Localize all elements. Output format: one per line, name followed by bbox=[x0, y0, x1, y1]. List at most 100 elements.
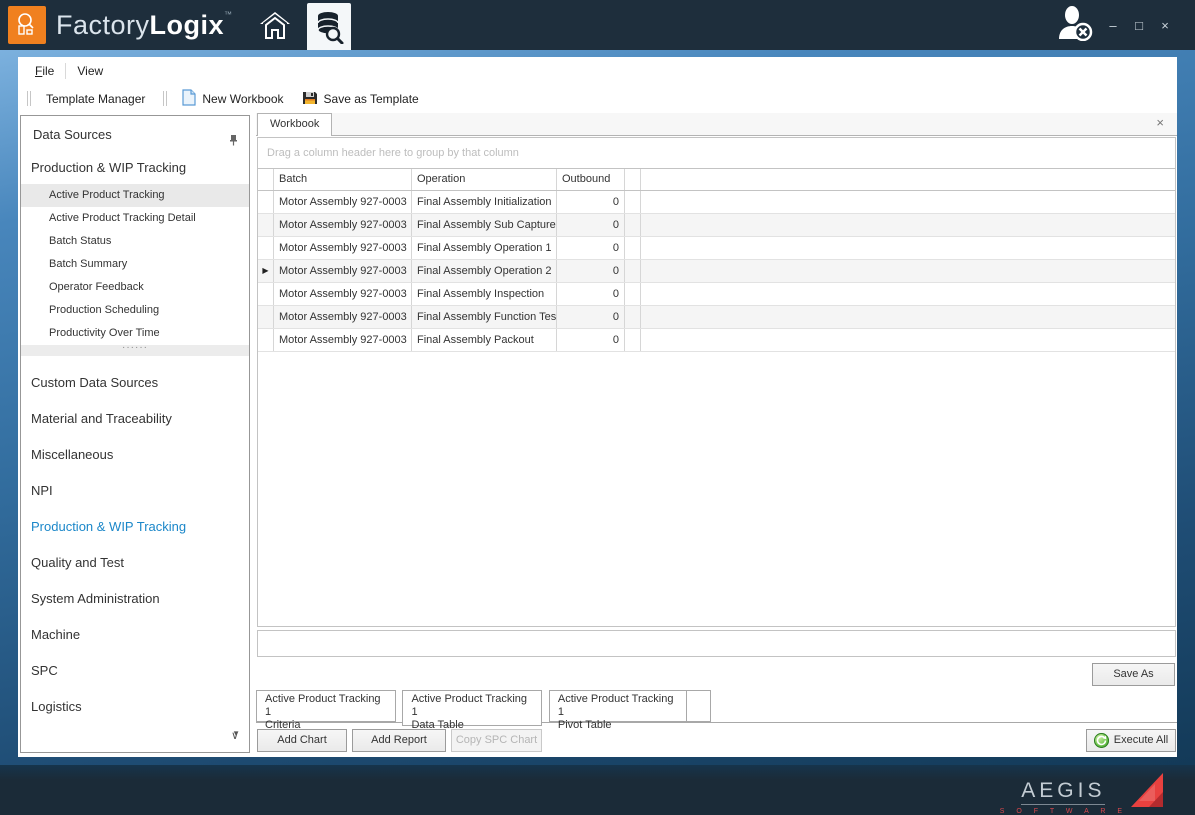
new-workbook-button[interactable]: New Workbook bbox=[173, 88, 292, 110]
cell-outbound[interactable]: 0 bbox=[557, 306, 625, 328]
category-item[interactable]: Production & WIP Tracking bbox=[21, 509, 249, 545]
actions-bar: Add Chart Add Report Copy SPC Chart Exec… bbox=[256, 729, 1177, 752]
category-item[interactable]: Material and Traceability bbox=[21, 401, 249, 437]
toolbar-grip[interactable] bbox=[163, 91, 167, 106]
grid-body: ▶ Motor Assembly 927-0003 Final Assembly… bbox=[258, 191, 1175, 352]
cell-outbound[interactable]: 0 bbox=[557, 283, 625, 305]
category-item[interactable]: Quality and Test bbox=[21, 545, 249, 581]
cell-batch[interactable]: Motor Assembly 927-0003 bbox=[274, 260, 412, 282]
cell-operation[interactable]: Final Assembly Operation 2 bbox=[412, 260, 557, 282]
cell-operation[interactable]: Final Assembly Operation 1 bbox=[412, 237, 557, 259]
tree-section-header[interactable]: Production & WIP Tracking bbox=[21, 156, 249, 180]
panel-splitter-handle[interactable]: ······ bbox=[21, 345, 249, 356]
cell-batch[interactable]: Motor Assembly 927-0003 bbox=[274, 214, 412, 236]
table-row[interactable]: ▶ Motor Assembly 927-0003 Final Assembly… bbox=[258, 260, 1175, 283]
factorylogix-logo-icon bbox=[8, 6, 46, 44]
cell-filler bbox=[625, 329, 641, 351]
template-manager-button[interactable]: Template Manager bbox=[37, 88, 154, 110]
cell-outbound[interactable]: 0 bbox=[557, 237, 625, 259]
tree-item[interactable]: Production Scheduling bbox=[21, 299, 249, 322]
row-indicator-cell: ▶ bbox=[258, 283, 274, 305]
window-controls: – □ × bbox=[1105, 18, 1173, 33]
table-row[interactable]: ▶ Motor Assembly 927-0003 Final Assembly… bbox=[258, 329, 1175, 352]
tree-item[interactable]: Batch Summary bbox=[21, 253, 249, 276]
column-header-outbound[interactable]: Outbound bbox=[557, 169, 625, 190]
cell-outbound[interactable]: 0 bbox=[557, 191, 625, 213]
close-tab-icon[interactable]: × bbox=[1156, 115, 1164, 130]
tab-workbook[interactable]: Workbook bbox=[257, 113, 332, 136]
category-item[interactable]: Miscellaneous bbox=[21, 437, 249, 473]
toolbar: Template Manager New Workbook bbox=[18, 85, 1177, 112]
data-grid: Drag a column header here to group by th… bbox=[257, 137, 1176, 627]
result-tab[interactable]: Active Product Tracking 1 Data Table bbox=[402, 690, 542, 726]
category-item[interactable]: NPI bbox=[21, 473, 249, 509]
column-header-batch[interactable]: Batch bbox=[274, 169, 412, 190]
cell-batch[interactable]: Motor Assembly 927-0003 bbox=[274, 283, 412, 305]
table-row[interactable]: ▶ Motor Assembly 927-0003 Final Assembly… bbox=[258, 306, 1175, 329]
pin-icon[interactable] bbox=[228, 129, 239, 155]
execute-refresh-icon bbox=[1094, 733, 1109, 748]
sidebar-scroll-down-icon[interactable]: ∨ bbox=[231, 729, 239, 742]
category-item[interactable]: SPC bbox=[21, 653, 249, 689]
tree-item[interactable]: Operator Feedback bbox=[21, 276, 249, 299]
table-row[interactable]: ▶ Motor Assembly 927-0003 Final Assembly… bbox=[258, 214, 1175, 237]
minimize-button[interactable]: – bbox=[1105, 18, 1121, 33]
app-window: AEGIS S O F T W A R E FactoryLogix™ bbox=[0, 0, 1195, 815]
table-row[interactable]: ▶ Motor Assembly 927-0003 Final Assembly… bbox=[258, 283, 1175, 306]
aegis-brand-text: AEGIS bbox=[1021, 779, 1105, 805]
cell-operation[interactable]: Final Assembly Inspection bbox=[412, 283, 557, 305]
add-report-button[interactable]: Add Report bbox=[352, 729, 446, 752]
category-item[interactable]: Custom Data Sources bbox=[21, 365, 249, 401]
close-button[interactable]: × bbox=[1157, 18, 1173, 33]
cell-operation[interactable]: Final Assembly Function Test bbox=[412, 306, 557, 328]
aegis-arrow-icon bbox=[1129, 771, 1165, 814]
cell-outbound[interactable]: 0 bbox=[557, 214, 625, 236]
row-indicator-cell: ▶ bbox=[258, 306, 274, 328]
table-row[interactable]: ▶ Motor Assembly 927-0003 Final Assembly… bbox=[258, 237, 1175, 260]
group-by-band[interactable]: Drag a column header here to group by th… bbox=[258, 138, 1175, 169]
maximize-button[interactable]: □ bbox=[1131, 18, 1147, 33]
cell-batch[interactable]: Motor Assembly 927-0003 bbox=[274, 306, 412, 328]
home-icon[interactable] bbox=[255, 5, 295, 45]
focused-row-arrow-icon: ▶ bbox=[258, 260, 273, 282]
row-indicator-cell: ▶ bbox=[258, 237, 274, 259]
result-tabstrip: Active Product Tracking 1 Criteria Activ… bbox=[256, 690, 1177, 723]
document-tabstrip: Workbook × bbox=[256, 113, 1177, 136]
menu-view[interactable]: View bbox=[68, 61, 112, 81]
tree-item[interactable]: Active Product Tracking Detail bbox=[21, 207, 249, 230]
row-indicator-cell: ▶ bbox=[258, 214, 274, 236]
cell-outbound[interactable]: 0 bbox=[557, 260, 625, 282]
save-as-button[interactable]: Save As bbox=[1092, 663, 1175, 686]
cell-batch[interactable]: Motor Assembly 927-0003 bbox=[274, 191, 412, 213]
cell-batch[interactable]: Motor Assembly 927-0003 bbox=[274, 237, 412, 259]
user-disconnected-icon[interactable] bbox=[1053, 5, 1095, 46]
tree-item[interactable]: Active Product Tracking bbox=[21, 184, 249, 207]
header-filler-cell bbox=[625, 169, 641, 190]
tab-stub bbox=[686, 690, 711, 722]
category-item[interactable]: Logistics bbox=[21, 689, 249, 725]
category-item[interactable]: Machine bbox=[21, 617, 249, 653]
tree-item[interactable]: Productivity Over Time bbox=[21, 322, 249, 345]
cell-operation[interactable]: Final Assembly Sub Capture bbox=[412, 214, 557, 236]
header-indicator-cell bbox=[258, 169, 274, 190]
content-area: File View Template Manager New Workbook bbox=[18, 57, 1177, 757]
column-header-operation[interactable]: Operation bbox=[412, 169, 557, 190]
cell-operation[interactable]: Final Assembly Initialization bbox=[412, 191, 557, 213]
save-as-template-button[interactable]: Save as Template bbox=[293, 88, 428, 110]
add-chart-button[interactable]: Add Chart bbox=[257, 729, 347, 752]
menu-file[interactable]: File bbox=[26, 61, 63, 81]
cell-batch[interactable]: Motor Assembly 927-0003 bbox=[274, 329, 412, 351]
cell-outbound[interactable]: 0 bbox=[557, 329, 625, 351]
result-tab[interactable]: Active Product Tracking 1 Criteria bbox=[256, 690, 396, 722]
data-source-browser-icon[interactable] bbox=[307, 3, 351, 50]
cell-operation[interactable]: Final Assembly Packout bbox=[412, 329, 557, 351]
cell-filler bbox=[625, 260, 641, 282]
tree-item[interactable]: Batch Status bbox=[21, 230, 249, 253]
category-item[interactable]: System Administration bbox=[21, 581, 249, 617]
table-row[interactable]: ▶ Motor Assembly 927-0003 Final Assembly… bbox=[258, 191, 1175, 214]
toolbar-grip[interactable] bbox=[27, 91, 31, 106]
menubar: File View bbox=[18, 57, 1177, 85]
execute-all-button[interactable]: Execute All bbox=[1086, 729, 1176, 752]
status-band bbox=[257, 630, 1176, 657]
result-tab[interactable]: Active Product Tracking 1 Pivot Table bbox=[549, 690, 689, 722]
